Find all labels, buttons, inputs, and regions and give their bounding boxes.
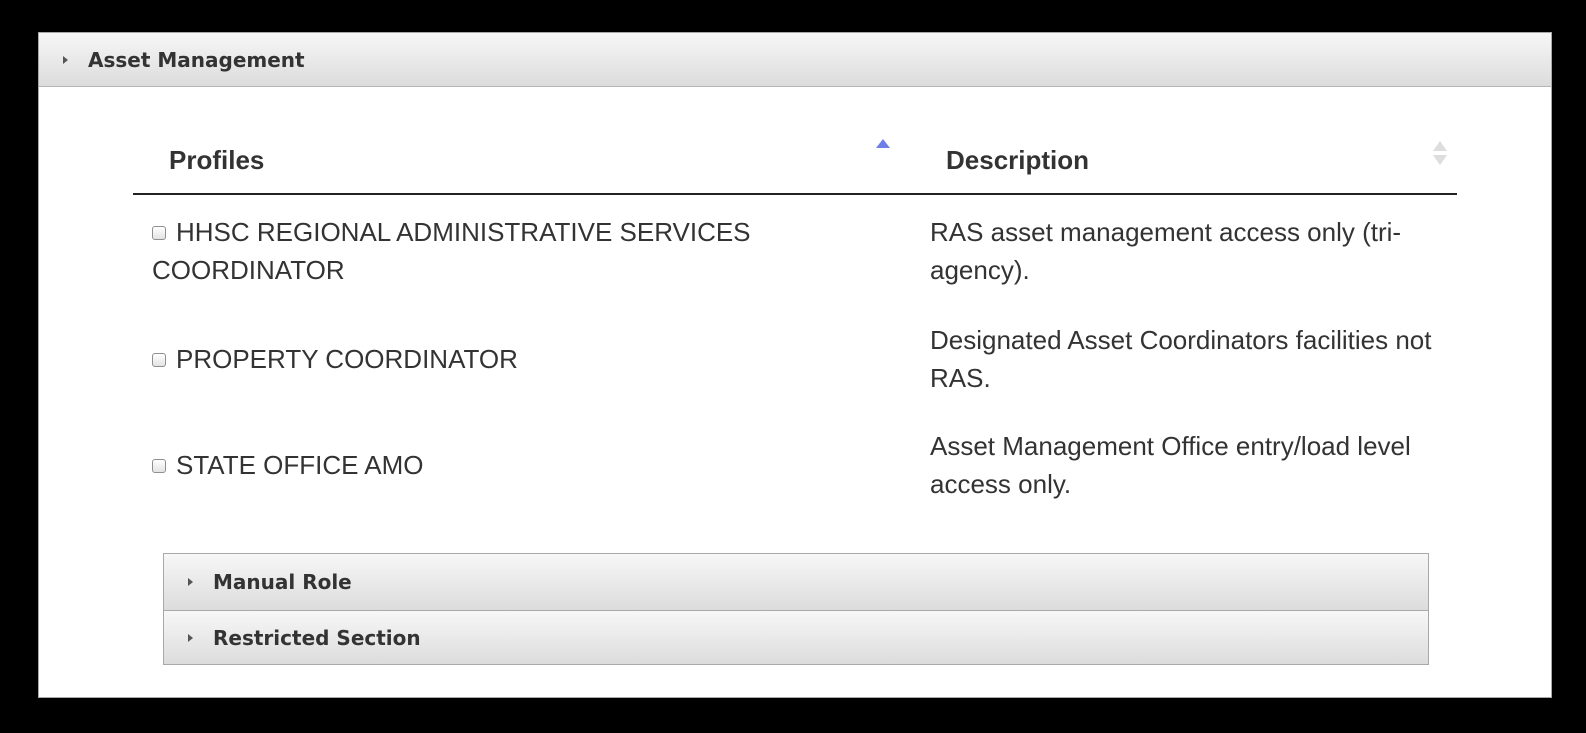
profile-cell: PROPERTY COORDINATOR (133, 307, 910, 411)
asset-management-accordion-header[interactable]: Asset Management (39, 33, 1551, 87)
asset-management-title: Asset Management (88, 47, 305, 72)
description-cell: RAS asset management access only (tri-ag… (930, 217, 1402, 285)
profiles-column-label: Profiles (169, 144, 265, 175)
table-header-row: Profiles Description (133, 127, 1457, 195)
restricted-section-label: Restricted Section (213, 625, 421, 650)
restricted-section-accordion[interactable]: Restricted Section (163, 611, 1429, 665)
profile-checkbox[interactable] (152, 459, 166, 473)
table-row: PROPERTY COORDINATOR Designated Asset Co… (133, 307, 1457, 411)
caret-right-icon (188, 633, 193, 642)
table-row: HHSC REGIONAL ADMINISTRATIVE SERVICES CO… (133, 194, 1457, 307)
sort-both-icon (1433, 141, 1447, 171)
caret-right-icon (63, 55, 68, 64)
description-column-header[interactable]: Description (910, 127, 1457, 195)
sort-ascending-icon (876, 139, 890, 148)
description-cell: Designated Asset Coordinators facilities… (930, 325, 1432, 393)
profile-checkbox[interactable] (152, 226, 166, 240)
description-column-label: Description (946, 144, 1090, 175)
manual-role-label: Manual Role (213, 570, 352, 594)
profile-label: STATE OFFICE AMO (176, 450, 424, 480)
manual-role-accordion[interactable]: Manual Role (163, 553, 1429, 611)
profile-label: PROPERTY COORDINATOR (176, 344, 518, 374)
profile-checkbox[interactable] (152, 353, 166, 367)
profile-label: HHSC REGIONAL ADMINISTRATIVE SERVICES CO… (152, 217, 751, 285)
asset-management-panel: Asset Management Profiles Description HH… (38, 32, 1552, 698)
caret-right-icon (188, 578, 193, 586)
profile-cell: HHSC REGIONAL ADMINISTRATIVE SERVICES CO… (133, 194, 910, 307)
profiles-table: Profiles Description HHSC REGIONAL ADMIN… (133, 127, 1457, 519)
table-row: STATE OFFICE AMO Asset Management Office… (133, 411, 1457, 519)
profiles-column-header[interactable]: Profiles (133, 127, 910, 195)
description-cell: Asset Management Office entry/load level… (930, 431, 1411, 499)
profile-cell: STATE OFFICE AMO (133, 411, 910, 519)
